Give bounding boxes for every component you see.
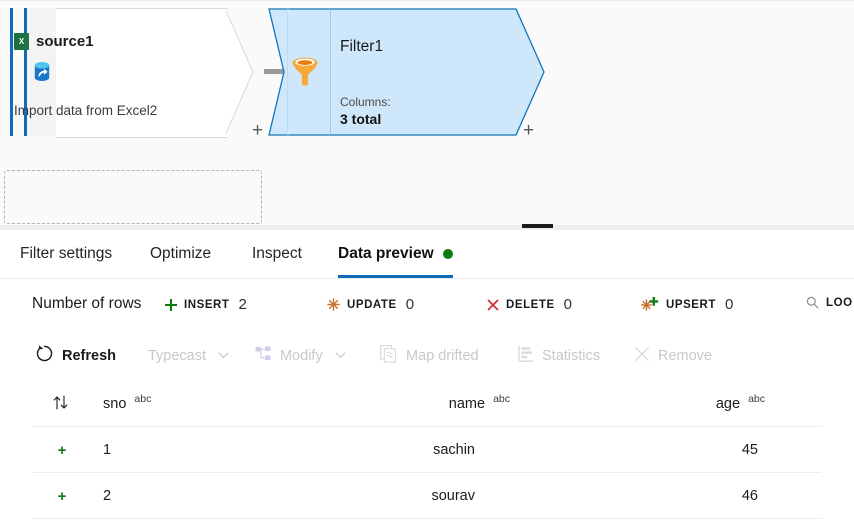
stat-insert[interactable]: INSERT 2 [164,296,247,313]
stat-update[interactable]: UPDATE 0 [327,296,414,313]
excel-icon: X [14,33,29,50]
column-header-name[interactable]: name abc [330,381,510,427]
source-node-arrow-cap [224,8,259,136]
tab-data-preview[interactable]: Data preview [338,230,453,278]
source-node-subtitle: Import data from Excel2 [14,103,158,118]
stat-lookup[interactable]: LOO [806,296,853,309]
asterisk-icon [327,298,340,311]
table-header-row: sno abc name abc age abc [0,381,854,427]
stat-upsert[interactable]: UPSERT 0 [641,296,733,313]
cell-age: 45 [741,442,758,458]
column-name: age [715,396,741,412]
bottom-panel-tabs: Filter settings Optimize Inspect Data pr… [0,230,854,279]
row-divider [32,518,822,519]
cell-name: sachin [433,442,475,458]
statistics-button[interactable]: Statistics [518,342,600,370]
plus-icon [164,298,177,311]
active-tab-underline [338,275,453,278]
tab-optimize[interactable]: Optimize [150,230,211,278]
map-drifted-button[interactable]: Map drifted [380,342,479,370]
column-header-sno[interactable]: sno abc [103,381,173,427]
filter-node-add-button[interactable]: + [523,121,534,140]
table-row[interactable]: + 1 sachin 45 [0,427,854,473]
source-node-title: X source1 [14,33,94,50]
typecast-menu-button[interactable]: Typecast [148,342,229,370]
chevron-down-icon [335,351,346,362]
table-row[interactable]: + 2 sourav 46 [0,473,854,519]
column-type: abc [134,393,152,405]
stat-delete[interactable]: DELETE 0 [486,296,572,313]
cross-icon [486,298,499,311]
panel-resize-handle[interactable] [522,224,553,228]
filter-node-name: Filter1 [340,38,384,55]
data-preview-table[interactable]: sno abc name abc age abc + 1 sachin 45 +… [0,381,854,524]
number-of-rows-label: Number of rows [32,295,142,312]
stat-label: DELETE [506,298,555,311]
canvas-top-divider [0,0,854,1]
stat-label: UPSERT [666,298,716,311]
cell-name: sourav [431,488,475,504]
stat-value: 0 [724,296,734,313]
source-node-add-button[interactable]: + [252,121,263,140]
remove-button[interactable]: Remove [634,342,712,370]
tab-filter-settings[interactable]: Filter settings [20,230,112,278]
toolbar-label: Remove [658,348,712,364]
data-preview-toolbar: Refresh Typecast Modify Map drifted Stat… [0,331,854,382]
cell-sno: 2 [103,488,112,504]
stat-value: 2 [238,296,247,313]
filter-node-detail-label: Columns: [340,95,391,109]
toolbar-label: Refresh [62,348,116,364]
column-name: sno [103,396,127,412]
stat-label: INSERT [184,298,230,311]
toolbar-label: Typecast [148,348,207,364]
source-accent-bar-outer [10,8,13,136]
data-preview-status-dot [442,249,453,259]
chevron-down-icon [218,351,229,362]
search-icon [806,296,819,309]
remove-icon [634,346,650,367]
filter-node-filter1[interactable]: Filter1 Columns: 3 total + [268,8,548,140]
data-flow-preview-screen: X source1 Import data from Excel2 + Filt… [0,0,854,524]
map-drifted-icon [380,344,398,368]
cell-sno: 1 [103,442,112,458]
dataflow-canvas[interactable]: X source1 Import data from Excel2 + Filt… [0,0,854,224]
column-type: abc [493,393,510,405]
asterisk-plus-icon [641,297,659,311]
column-header-age[interactable]: age abc [640,381,765,427]
tab-label: Inspect [252,245,302,262]
stat-value: 0 [563,296,573,313]
source-node-source1[interactable]: X source1 Import data from Excel2 + [0,8,263,140]
toolbar-label: Map drifted [406,348,479,364]
column-name: name [448,396,486,412]
cell-age: 46 [741,488,758,504]
toolbar-label: Modify [280,348,323,364]
tab-label: Data preview [338,245,434,262]
sort-ascending-descending-icon[interactable] [52,381,82,427]
source-node-name: source1 [36,33,94,50]
tab-label: Filter settings [20,245,113,262]
source-node-body [56,8,228,138]
statistics-icon [518,345,534,367]
column-type: abc [748,393,765,405]
row-statistics-bar: Number of rows INSERT 2 UPDATE 0 DELETE … [0,279,854,332]
filter-node-detail-value: 3 total [340,111,382,127]
row-change-marker: + [57,441,67,459]
stat-label: UPDATE [347,298,397,311]
row-change-marker: + [57,487,67,505]
modify-menu-button[interactable]: Modify [255,342,346,370]
add-source-placeholder[interactable] [4,170,262,224]
toolbar-label: Statistics [542,348,601,364]
stat-label: LOO [826,296,853,309]
stat-value: 0 [405,296,415,313]
filter-funnel-icon [290,56,320,93]
modify-icon [255,346,272,367]
tab-inspect[interactable]: Inspect [252,230,302,278]
refresh-button[interactable]: Refresh [35,342,116,370]
refresh-icon [35,344,54,368]
tab-label: Optimize [150,245,212,262]
